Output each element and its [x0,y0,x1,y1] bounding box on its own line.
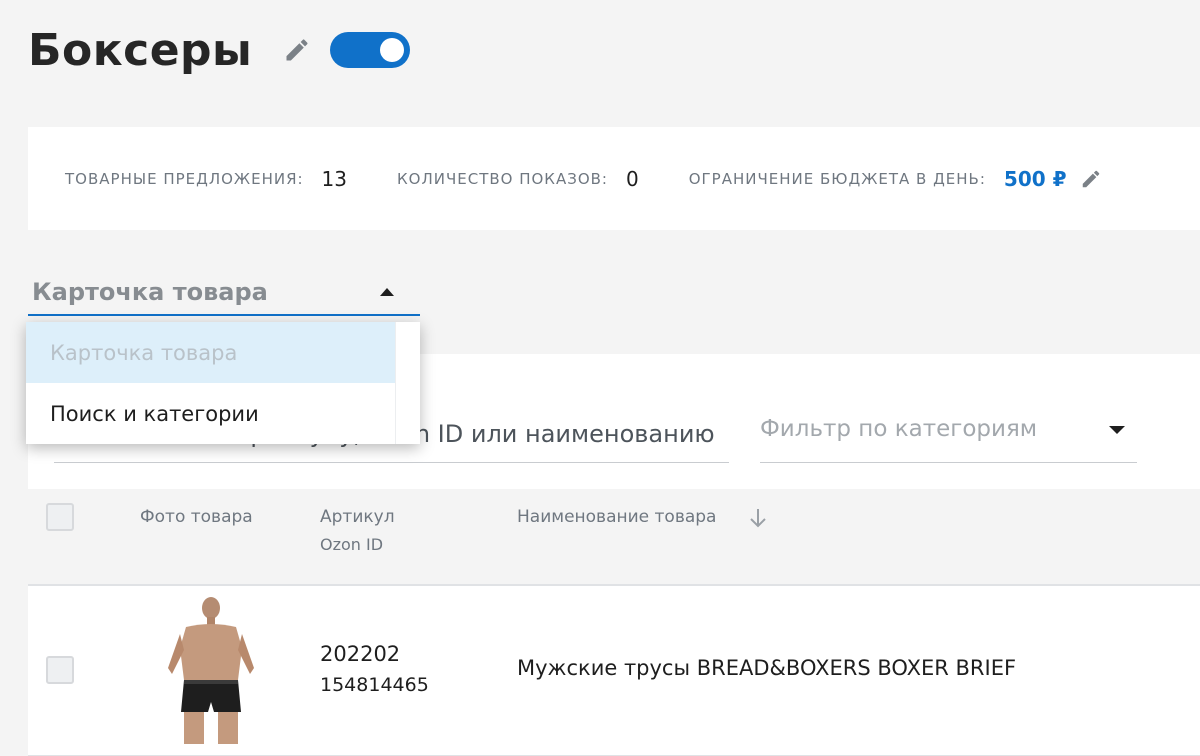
campaign-toggle[interactable] [330,32,411,68]
budget-value[interactable]: 500 ₽ [1004,167,1067,191]
row-product-name[interactable]: Мужские трусы BREAD&BOXERS BOXER BRIEF [517,656,1016,680]
budget-stat: ОГРАНИЧЕНИЕ БЮДЖЕТА В ДЕНЬ: 500 ₽ [689,167,1103,191]
offers-value: 13 [321,166,347,191]
impressions-value: 0 [625,166,639,191]
dropdown-option-search-categories[interactable]: Поиск и категории [26,383,395,444]
budget-pencil-icon[interactable] [1079,167,1103,191]
row-sku: 202202 [320,642,401,666]
stats-bar: ТОВАРНЫЕ ПРЕДЛОЖЕНИЯ: 13 КОЛИЧЕСТВО ПОКА… [28,127,1200,230]
offers-label: ТОВАРНЫЕ ПРЕДЛОЖЕНИЯ: [65,169,304,188]
placement-select[interactable]: Карточка товара [28,270,420,316]
placement-select-value: Карточка товара [32,278,268,306]
page-title: Боксеры [28,24,253,76]
select-all-checkbox[interactable] [46,503,74,531]
category-filter-placeholder: Фильтр по категориям [760,416,1038,442]
impressions-label: КОЛИЧЕСТВО ПОКАЗОВ: [397,169,608,188]
column-photo: Фото товара [140,507,253,527]
budget-label: ОГРАНИЧЕНИЕ БЮДЖЕТА В ДЕНЬ: [688,169,986,188]
column-name[interactable]: Наименование товара [517,507,716,527]
dropdown-scrollbar[interactable] [395,322,420,444]
product-photo[interactable] [146,594,276,744]
table-row[interactable]: 202202 154814465 Мужские трусы BREAD&BOX… [28,586,1200,756]
pencil-icon[interactable] [282,35,312,65]
column-sku: Артикул [320,507,395,527]
sort-arrow-down-icon[interactable] [748,506,768,530]
row-checkbox[interactable] [46,656,74,684]
category-filter[interactable]: Фильтр по категориям [760,406,1137,463]
dropdown-option-product-card[interactable]: Карточка товара [26,322,395,383]
row-ozon-id: 154814465 [320,674,429,696]
title-row: Боксеры [28,22,411,78]
caret-down-icon [1109,426,1125,434]
column-ozon-id: Ozon ID [320,535,384,554]
caret-up-icon [380,288,394,296]
table-header: Фото товара Артикул Ozon ID Наименование… [28,489,1200,586]
impressions-stat: КОЛИЧЕСТВО ПОКАЗОВ: 0 [397,167,639,191]
placement-dropdown-menu: Карточка товара Поиск и категории [26,322,420,444]
offers-stat: ТОВАРНЫЕ ПРЕДЛОЖЕНИЯ: 13 [65,167,347,191]
